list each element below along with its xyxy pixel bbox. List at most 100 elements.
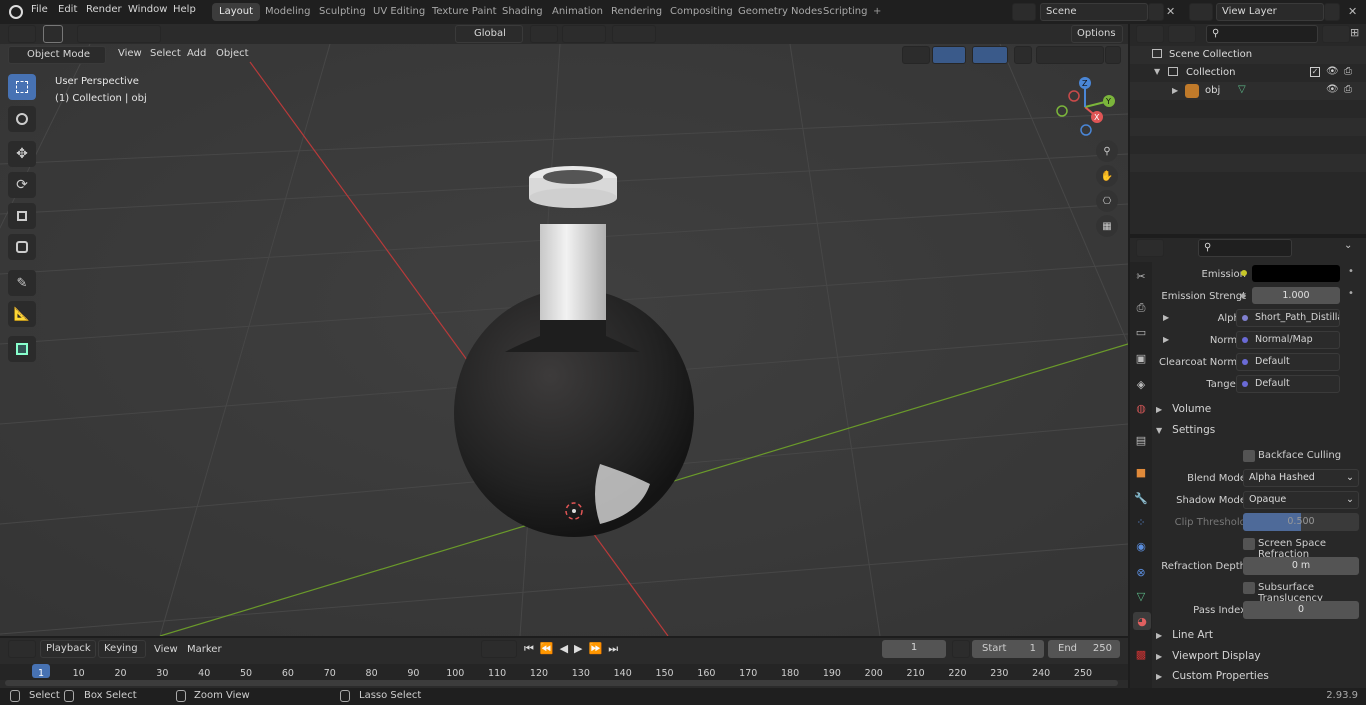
- tab-animation[interactable]: Animation: [545, 3, 610, 21]
- properties-options-chevron-icon[interactable]: ⌄: [1344, 240, 1352, 251]
- scene-tab-icon[interactable]: ◈: [1133, 376, 1149, 392]
- exclude-checkbox[interactable]: ✓: [1310, 67, 1320, 77]
- expand-chevron-icon[interactable]: ▼: [1154, 67, 1160, 76]
- emission-color-swatch[interactable]: [1252, 265, 1340, 282]
- constraints-tab-icon[interactable]: ⊗: [1133, 564, 1149, 580]
- tab-texture-paint[interactable]: Texture Paint: [425, 3, 504, 21]
- output-tab-icon[interactable]: ▭: [1133, 324, 1149, 340]
- start-frame-field[interactable]: Start 1: [972, 640, 1044, 658]
- render-camera-icon[interactable]: ⎙: [1344, 66, 1352, 77]
- tab-rendering[interactable]: Rendering: [604, 3, 669, 21]
- pan-hand-icon[interactable]: ✋: [1096, 165, 1118, 187]
- shading-mode-icons[interactable]: [1036, 46, 1104, 64]
- blend-mode-dropdown[interactable]: Alpha Hashed ⌄: [1243, 469, 1359, 487]
- scene-field[interactable]: Scene: [1040, 3, 1148, 21]
- object-tab-icon[interactable]: ■: [1133, 464, 1149, 480]
- overlay-toggle-icon[interactable]: [972, 46, 1008, 64]
- view-layer-field[interactable]: View Layer: [1216, 3, 1324, 21]
- keyframe-dot-icon[interactable]: •: [1348, 288, 1354, 299]
- properties-editor-type-icon[interactable]: [1136, 239, 1164, 257]
- tool-select-box[interactable]: [8, 74, 36, 100]
- menu-select[interactable]: Select: [150, 48, 181, 59]
- clip-threshold-slider[interactable]: 0.500: [1243, 513, 1359, 531]
- editor-type-icon[interactable]: [8, 25, 36, 43]
- outliner-row-scene-collection[interactable]: Scene Collection: [1130, 46, 1366, 64]
- render-camera-icon[interactable]: ⎙: [1344, 84, 1352, 95]
- panel-custom-properties[interactable]: ▶ Custom Properties: [1156, 670, 1362, 686]
- pivot-icon[interactable]: [530, 25, 558, 43]
- shadow-mode-dropdown[interactable]: Opaque ⌄: [1243, 491, 1359, 509]
- emission-strength-field[interactable]: 1.000: [1252, 287, 1340, 304]
- perspective-grid-icon[interactable]: ▦: [1096, 215, 1118, 237]
- gizmo-toggle-icon[interactable]: [932, 46, 966, 64]
- data-tab-icon[interactable]: ▽: [1133, 588, 1149, 604]
- proportional-edit-icon[interactable]: [612, 25, 656, 43]
- tab-uv-editing[interactable]: UV Editing: [366, 3, 432, 21]
- world-tab-icon[interactable]: ◍: [1133, 400, 1149, 416]
- rotate-tool-icon[interactable]: ⟳: [8, 172, 36, 198]
- menu-edit[interactable]: Edit: [58, 4, 77, 15]
- xray-icon[interactable]: [1014, 46, 1032, 64]
- selection-mode-icons[interactable]: [77, 25, 161, 43]
- collection-tab-icon[interactable]: ▤: [1133, 432, 1149, 448]
- viewport-3d[interactable]: ✥ ⟳ ✎ 📐 User Perspective (1) Collection …: [0, 44, 1128, 636]
- ssr-checkbox[interactable]: [1243, 538, 1255, 550]
- new-scene-icon[interactable]: [1148, 3, 1164, 21]
- snap-icon[interactable]: [562, 25, 606, 43]
- tab-compositing[interactable]: Compositing: [663, 3, 740, 21]
- keying-menu[interactable]: Keying: [98, 640, 146, 658]
- camera-view-icon[interactable]: ⎔: [1096, 190, 1118, 212]
- tab-sculpting[interactable]: Sculpting: [312, 3, 373, 21]
- timeline-editor-type-icon[interactable]: [8, 640, 36, 658]
- annotate-tool-icon[interactable]: ✎: [8, 270, 36, 296]
- view-layer-icon[interactable]: [1189, 3, 1213, 21]
- pass-index-field[interactable]: 0: [1243, 601, 1359, 619]
- navigation-gizmo[interactable]: X Y Z: [1052, 74, 1118, 140]
- scene-type-icon[interactable]: [1012, 3, 1036, 21]
- particles-tab-icon[interactable]: ⁘: [1133, 514, 1149, 530]
- tab-layout[interactable]: Layout: [212, 3, 260, 21]
- alpha-input-link[interactable]: Short_Path_Distillati...: [1236, 309, 1340, 327]
- panel-line-art[interactable]: ▶ Line Art: [1156, 629, 1362, 645]
- normal-input-link[interactable]: Normal/Map: [1236, 331, 1340, 349]
- playback-menu[interactable]: Playback: [40, 640, 96, 658]
- add-workspace-icon[interactable]: +: [866, 3, 888, 21]
- view-layer-tab-icon[interactable]: ▣: [1133, 350, 1149, 366]
- display-mode-icon[interactable]: [1168, 25, 1196, 43]
- close-scene-icon[interactable]: ✕: [1166, 5, 1175, 18]
- expand-chevron-icon[interactable]: ▶: [1172, 86, 1178, 95]
- render-tab-icon[interactable]: ⎙: [1133, 300, 1149, 316]
- menu-render[interactable]: Render: [86, 4, 122, 15]
- timeline-view-menu[interactable]: View: [154, 644, 178, 655]
- expand-chevron-icon[interactable]: ▶: [1163, 313, 1169, 322]
- subsurface-checkbox[interactable]: [1243, 582, 1255, 594]
- socket-diamond-icon[interactable]: ◆: [1240, 291, 1246, 300]
- tab-geometry-nodes[interactable]: Geometry Nodes: [731, 3, 829, 21]
- add-cube-tool-icon[interactable]: [8, 336, 36, 362]
- marker-menu[interactable]: Marker: [187, 644, 222, 655]
- clearcoat-normal-input[interactable]: Default: [1236, 353, 1340, 371]
- cursor-tool-icon[interactable]: [8, 106, 36, 132]
- object-mode-dropdown[interactable]: Object Mode: [8, 46, 106, 64]
- mesh-data-icon[interactable]: ▽: [1238, 84, 1246, 95]
- menu-window[interactable]: Window: [128, 4, 167, 15]
- modifiers-tab-icon[interactable]: 🔧: [1133, 490, 1149, 506]
- keyframe-dot-icon[interactable]: •: [1348, 266, 1354, 277]
- playback-controls-icon[interactable]: ⏮⏪◀▶⏩⏭: [524, 642, 624, 656]
- scale-tool-icon[interactable]: [8, 203, 36, 229]
- end-frame-field[interactable]: End 250: [1048, 640, 1120, 658]
- tab-shading[interactable]: Shading: [495, 3, 550, 21]
- outliner-row-obj[interactable]: ▶ obj ▽ 👁 ⎙: [1130, 82, 1366, 100]
- measure-tool-icon[interactable]: 📐: [8, 301, 36, 327]
- menu-view[interactable]: View: [118, 48, 142, 59]
- move-tool-icon[interactable]: ✥: [8, 141, 36, 167]
- visibility-eye-icon[interactable]: 👁: [1326, 84, 1339, 95]
- visibility-icon[interactable]: [902, 46, 930, 64]
- panel-settings[interactable]: ▼ Settings: [1156, 424, 1362, 440]
- options-dropdown[interactable]: Options: [1071, 25, 1123, 43]
- new-view-layer-icon[interactable]: [1324, 3, 1340, 21]
- socket-dot-icon[interactable]: [1241, 270, 1247, 276]
- outliner-row-collection[interactable]: ▼ Collection ✓ 👁 ⎙: [1130, 64, 1366, 82]
- timer-icon[interactable]: [952, 640, 970, 658]
- shading-dropdown-icon[interactable]: [1105, 46, 1121, 64]
